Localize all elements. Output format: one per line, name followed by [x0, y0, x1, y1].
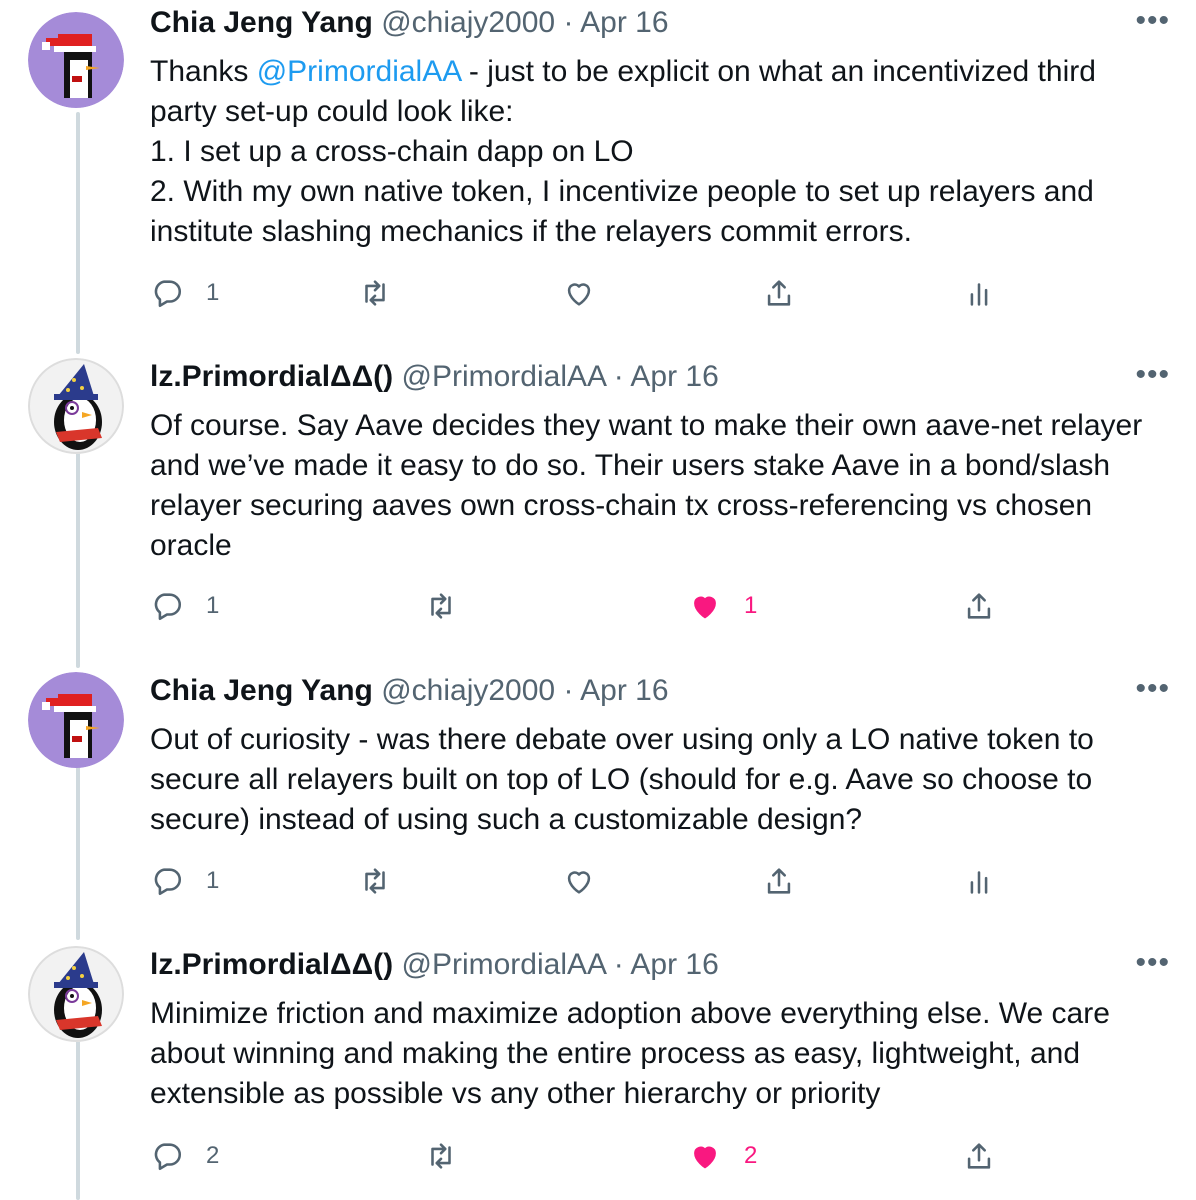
santa-penguin-avatar-icon: [28, 12, 124, 108]
analytics-button[interactable]: [962, 273, 996, 313]
avatar[interactable]: [28, 12, 124, 108]
reply-count: 1: [206, 867, 220, 894]
author-handle[interactable]: @PrimordialAA: [402, 948, 606, 981]
wizard-penguin-avatar-icon: [28, 358, 124, 454]
retweet-button[interactable]: [358, 861, 392, 901]
tweet-date[interactable]: Apr 16: [580, 674, 668, 707]
retweet-icon: [365, 868, 385, 894]
analytics-icon: [970, 871, 988, 894]
author-handle[interactable]: @chiajy2000: [381, 674, 555, 707]
more-icon[interactable]: •••: [1135, 672, 1170, 706]
action-bar: 1: [150, 861, 1050, 901]
like-icon: [567, 871, 591, 894]
tweet-text: Minimize friction and maximize adoption …: [150, 997, 1110, 1110]
tweet[interactable]: lz.PrimordialΔΔ() @PrimordialAA · Apr 16…: [0, 354, 1196, 654]
reply-icon: [154, 1143, 182, 1171]
avatar[interactable]: [28, 672, 124, 768]
like-button[interactable]: 2: [688, 1136, 757, 1176]
tweet-text: Out of curiosity - was there debate over…: [150, 723, 1094, 836]
tweet-text: Of course. Say Aave decides they want to…: [150, 409, 1143, 562]
share-icon: [967, 1143, 991, 1169]
tweet-header: lz.PrimordialΔΔ() @PrimordialAA · Apr 16: [150, 360, 719, 394]
share-icon: [767, 280, 791, 306]
retweet-button[interactable]: [358, 273, 392, 313]
reply-count: 2: [206, 1142, 220, 1169]
tweet[interactable]: Chia Jeng Yang @chiajy2000 · Apr 16 ••• …: [0, 0, 1196, 340]
retweet-button[interactable]: [424, 1136, 458, 1176]
reply-button[interactable]: 1: [150, 861, 219, 901]
author-name[interactable]: lz.PrimordialΔΔ(): [150, 360, 393, 393]
tweet-date[interactable]: Apr 16: [630, 948, 718, 981]
tweet-date[interactable]: Apr 16: [630, 360, 718, 393]
reply-icon: [154, 593, 182, 621]
tweet[interactable]: lz.PrimordialΔΔ() @PrimordialAA · Apr 16…: [0, 942, 1196, 1200]
author-name[interactable]: Chia Jeng Yang: [150, 6, 373, 39]
action-bar: 2 2: [150, 1136, 1050, 1176]
like-button[interactable]: [562, 861, 596, 901]
wizard-penguin-avatar-icon: [28, 946, 124, 1042]
tweet-header: Chia Jeng Yang @chiajy2000 · Apr 16: [150, 674, 669, 708]
like-count: 1: [744, 592, 758, 619]
share-button[interactable]: [762, 861, 796, 901]
separator: ·: [563, 6, 574, 39]
avatar[interactable]: [28, 946, 124, 1042]
retweet-icon: [431, 593, 451, 619]
like-icon: [694, 1146, 716, 1169]
separator: ·: [563, 674, 574, 707]
reply-icon: [154, 280, 182, 308]
share-icon: [967, 593, 991, 619]
reply-icon: [154, 868, 182, 896]
tweet-text-segment: Thanks: [150, 55, 257, 88]
santa-penguin-avatar-icon: [28, 672, 124, 768]
author-name[interactable]: lz.PrimordialΔΔ(): [150, 948, 393, 981]
more-icon[interactable]: •••: [1135, 4, 1170, 38]
analytics-icon: [970, 283, 988, 306]
like-button[interactable]: 1: [688, 586, 757, 626]
tweet-header: lz.PrimordialΔΔ() @PrimordialAA · Apr 16: [150, 948, 719, 982]
author-handle[interactable]: @chiajy2000: [381, 6, 555, 39]
reply-button[interactable]: 1: [150, 273, 219, 313]
tweet[interactable]: Chia Jeng Yang @chiajy2000 · Apr 16 ••• …: [0, 668, 1196, 928]
like-icon: [567, 283, 591, 306]
action-bar: 1: [150, 273, 1050, 313]
tweet-text-line: 1. I set up a cross-chain dapp on LO: [150, 135, 634, 168]
retweet-button[interactable]: [424, 586, 458, 626]
like-button[interactable]: [562, 273, 596, 313]
share-button[interactable]: [962, 586, 996, 626]
more-icon[interactable]: •••: [1135, 946, 1170, 980]
author-handle[interactable]: @PrimordialAA: [402, 360, 606, 393]
like-count: 2: [744, 1142, 758, 1169]
like-icon: [694, 596, 716, 619]
reply-button[interactable]: 1: [150, 586, 219, 626]
share-icon: [767, 868, 791, 894]
author-name[interactable]: Chia Jeng Yang: [150, 674, 373, 707]
more-icon[interactable]: •••: [1135, 358, 1170, 392]
separator: ·: [613, 360, 624, 393]
separator: ·: [613, 948, 624, 981]
mention-link[interactable]: @PrimordialAA: [257, 55, 461, 88]
action-bar: 1 1: [150, 586, 1050, 626]
share-button[interactable]: [762, 273, 796, 313]
reply-button[interactable]: 2: [150, 1136, 219, 1176]
reply-count: 1: [206, 279, 220, 306]
tweet-text-line: 2. With my own native token, I incentivi…: [150, 175, 1094, 248]
tweet-header: Chia Jeng Yang @chiajy2000 · Apr 16: [150, 6, 669, 40]
analytics-button[interactable]: [962, 861, 996, 901]
tweet-date[interactable]: Apr 16: [580, 6, 668, 39]
tweet-text: Thanks @PrimordialAA - just to be explic…: [150, 52, 1160, 252]
avatar[interactable]: [28, 358, 124, 454]
retweet-icon: [365, 280, 385, 306]
share-button[interactable]: [962, 1136, 996, 1176]
retweet-icon: [431, 1143, 451, 1169]
reply-count: 1: [206, 592, 220, 619]
